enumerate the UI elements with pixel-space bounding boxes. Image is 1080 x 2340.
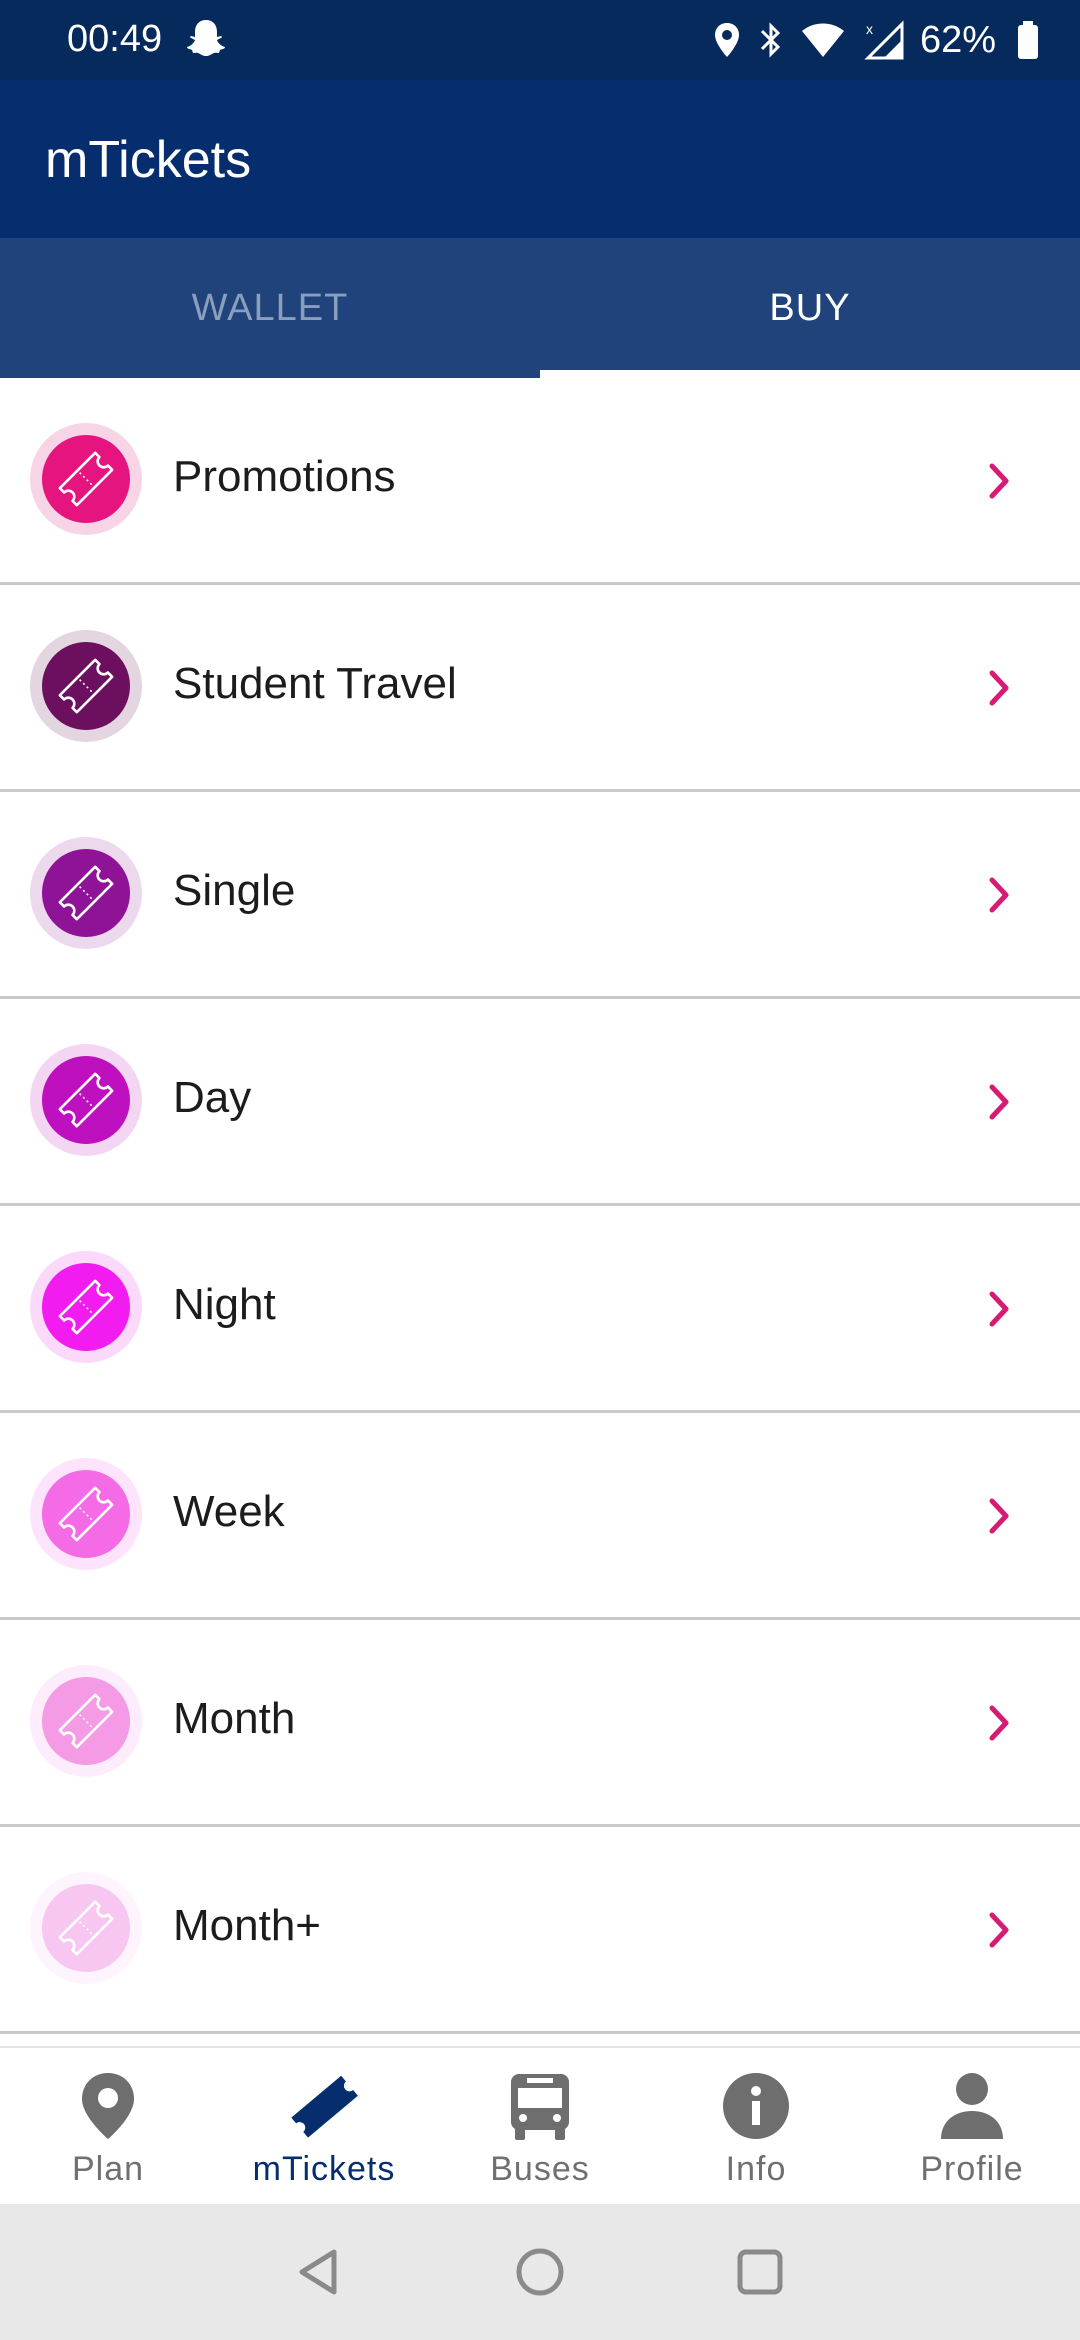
ticket-category-label: Student Travel [173,659,457,708]
recents-icon[interactable] [734,2246,786,2298]
ticket-icon [30,1251,142,1363]
ticket-category-label: Night [173,1280,276,1329]
ticket-icon [30,423,142,535]
ticket-category-label: Week [173,1487,285,1536]
ticket-category-label: Month+ [173,1901,321,1950]
nav-plan[interactable]: Plan [0,2048,216,2206]
chevron-right-icon [989,1084,1009,1120]
ticket-category-row[interactable]: Night [0,1206,1080,1413]
svg-text:x: x [866,21,873,37]
ticket-category-row[interactable]: Month [0,1620,1080,1827]
bottom-nav: Plan mTickets Buses Info Profile [0,2046,1080,2206]
ticket-category-row[interactable]: Student Travel [0,585,1080,792]
status-time: 00:49 [67,18,163,60]
ticket-category-row[interactable]: Single [0,792,1080,999]
ticket-icon [30,1665,142,1777]
nav-label-plan: Plan [71,2150,145,2188]
ticket-category-row[interactable]: Promotions [0,378,1080,585]
battery-percent: 62% [919,18,996,61]
map-pin-icon [68,2068,148,2144]
ticket-category-row[interactable]: Month+ [0,1827,1080,2034]
ticket-icon [284,2068,364,2144]
ticket-icon [30,1044,142,1156]
chevron-right-icon [989,670,1009,706]
status-icons: x 62% [712,14,1040,66]
tab-buy[interactable]: BUY [540,238,1080,378]
ticket-category-label: Month [173,1694,296,1743]
ticket-category-label: Day [173,1073,252,1122]
system-nav-bar [0,2204,1080,2340]
ticket-category-label: Promotions [173,452,396,501]
ticket-category-row[interactable]: Day [0,999,1080,1206]
nav-label-profile: Profile [920,2150,1024,2188]
chevron-right-icon [989,1912,1009,1948]
bus-icon [500,2068,580,2144]
ticket-icon [30,1872,142,1984]
info-icon [716,2068,796,2144]
ticket-category-row[interactable]: Week [0,1413,1080,1620]
nav-label-buses: Buses [490,2150,590,2188]
tab-bar: WALLET BUY [0,238,1080,378]
nav-label-mtickets: mTickets [252,2150,396,2188]
chevron-right-icon [989,877,1009,913]
status-bar: 00:49 x 62% [0,0,1080,80]
chevron-right-icon [989,463,1009,499]
ticket-icon [30,1458,142,1570]
app-bar: mTickets [0,80,1080,238]
nav-label-info: Info [725,2150,787,2188]
location-icon [714,23,739,57]
chevron-right-icon [989,1498,1009,1534]
cell-signal-icon: x [864,20,904,60]
ticket-category-list: Promotions Student Travel Single Day Night We… [0,378,1080,2034]
home-icon[interactable] [514,2246,566,2298]
bluetooth-icon [760,22,781,58]
nav-profile[interactable]: Profile [864,2048,1080,2206]
nav-buses[interactable]: Buses [432,2048,648,2206]
back-icon[interactable] [294,2246,346,2298]
tab-wallet[interactable]: WALLET [0,238,540,378]
person-icon [932,2068,1012,2144]
wifi-icon [801,23,844,57]
battery-icon [1018,21,1038,59]
nav-info[interactable]: Info [648,2048,864,2206]
ticket-icon [30,630,142,742]
snapchat-ghost-icon [187,20,225,56]
page-title: mTickets [45,131,252,189]
chevron-right-icon [989,1291,1009,1327]
chevron-right-icon [989,1705,1009,1741]
ticket-icon [30,837,142,949]
nav-mtickets[interactable]: mTickets [216,2048,432,2206]
ticket-category-label: Single [173,866,296,915]
